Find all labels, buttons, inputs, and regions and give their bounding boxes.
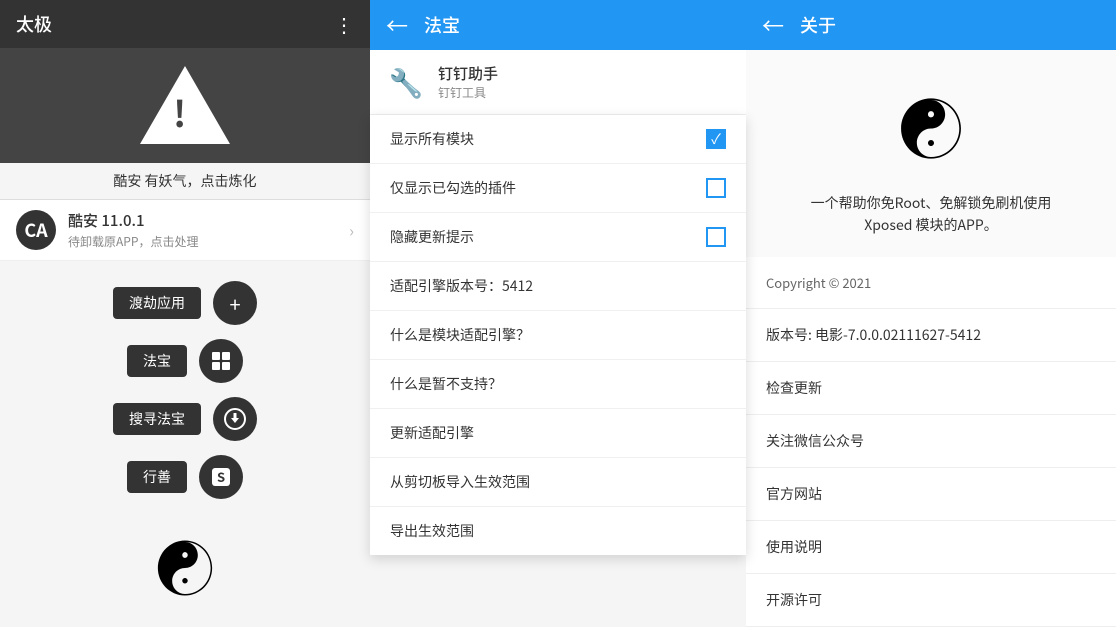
checkbox-hide-updates[interactable]	[706, 227, 726, 247]
add-icon[interactable]: +	[213, 281, 257, 325]
right-title: 关于	[800, 12, 836, 38]
action-row-4: 行善 S	[127, 455, 243, 499]
about-items: Copyright © 2021 版本号: 电影-7.0.0.02111627-…	[746, 257, 1116, 627]
about-description: 一个帮助你免Root、免解锁免刷机使用Xposed 模块的APP。	[746, 192, 1116, 257]
warning-banner	[0, 48, 370, 163]
menu-item-what-adapter[interactable]: 什么是模块适配引擎？	[370, 311, 746, 360]
menu-item-show-all[interactable]: 显示所有模块 ✓	[370, 115, 746, 164]
action-row-2: 法宝	[127, 339, 243, 383]
plugin-name: 钉钉助手	[438, 63, 498, 84]
menu-label-what-adapter: 什么是模块适配引擎？	[390, 325, 530, 345]
checkbox-show-checked[interactable]	[706, 178, 726, 198]
taiji-logo[interactable]: ☯	[156, 523, 214, 607]
manual-item[interactable]: 使用说明	[746, 521, 1116, 574]
app-icon: CA	[16, 210, 56, 250]
menu-item-show-checked[interactable]: 仅显示已勾选的插件	[370, 164, 746, 213]
taiji-about-icon: ☯	[899, 80, 963, 172]
left-panel: 太极 ⋮ 酷安 有妖气，点击炼化 CA 酷安 11.0.1 待卸载原APP，点击…	[0, 0, 370, 627]
right-back-button[interactable]: ←	[762, 9, 784, 41]
plugin-sub: 钉钉工具	[438, 84, 498, 101]
website-item[interactable]: 官方网站	[746, 468, 1116, 521]
open-source-item[interactable]: 开源许可	[746, 574, 1116, 627]
app-info: 酷安 11.0.1 待卸载原APP，点击处理	[68, 210, 349, 250]
menu-label-show-checked: 仅显示已勾选的插件	[390, 178, 516, 198]
search-fabao-button[interactable]: 搜寻法宝	[113, 403, 201, 435]
kindness-button[interactable]: 行善	[127, 461, 187, 493]
action-row-3: 搜寻法宝	[113, 397, 257, 441]
check-update-item[interactable]: 检查更新	[746, 362, 1116, 415]
about-copyright: Copyright © 2021	[746, 257, 1116, 309]
action-row-1: 渡劫应用 +	[113, 281, 257, 325]
grid-icon[interactable]	[199, 339, 243, 383]
menu-label-what-unsupported: 什么是暂不支持？	[390, 374, 502, 394]
middle-header: ← 法宝	[370, 0, 746, 50]
dollar-icon[interactable]: S	[199, 455, 243, 499]
app-name: 酷安 11.0.1	[68, 210, 349, 231]
menu-label-export-scope: 导出生效范围	[390, 521, 474, 541]
left-header: 太极 ⋮	[0, 0, 370, 48]
dropdown-menu: 显示所有模块 ✓ 仅显示已勾选的插件 隐藏更新提示 适配引擎版本号：5412 什…	[370, 115, 746, 555]
svg-text:S: S	[217, 467, 225, 486]
menu-item-adapter-version: 适配引擎版本号：5412	[370, 262, 746, 311]
buttons-area: 渡劫应用 + 法宝 搜寻法宝	[0, 261, 370, 627]
rescue-app-button[interactable]: 渡劫应用	[113, 287, 201, 319]
fabao-button[interactable]: 法宝	[127, 345, 187, 377]
right-header: ← 关于	[746, 0, 1116, 50]
middle-panel: ← 法宝 🔧 钉钉助手 钉钉工具 显示所有模块 ✓ 仅显示已勾选的插件 隐藏更新…	[370, 0, 746, 627]
menu-label-import-clipboard: 从剪切板导入生效范围	[390, 472, 530, 492]
right-panel: ← 关于 ☯ 一个帮助你免Root、免解锁免刷机使用Xposed 模块的APP。…	[746, 0, 1116, 627]
left-title: 太极	[16, 11, 52, 37]
about-version: 版本号: 电影-7.0.0.02111627-5412	[746, 309, 1116, 362]
plugin-info: 🔧 钉钉助手 钉钉工具	[370, 50, 746, 115]
menu-label-update-adapter: 更新适配引擎	[390, 423, 474, 443]
menu-item-export-scope[interactable]: 导出生效范围	[370, 507, 746, 555]
arrow-right-icon: ›	[349, 218, 354, 242]
download-icon[interactable]	[213, 397, 257, 441]
menu-item-hide-updates[interactable]: 隐藏更新提示	[370, 213, 746, 262]
wechat-item[interactable]: 关注微信公众号	[746, 415, 1116, 468]
more-options-icon[interactable]: ⋮	[334, 9, 354, 38]
checkbox-show-all[interactable]: ✓	[706, 129, 726, 149]
menu-label-show-all: 显示所有模块	[390, 129, 474, 149]
about-logo: ☯	[746, 50, 1116, 192]
plugin-icon: 🔧	[386, 62, 426, 102]
warning-text[interactable]: 酷安 有妖气，点击炼化	[0, 163, 370, 200]
warning-triangle-icon	[140, 66, 230, 144]
menu-item-import-clipboard[interactable]: 从剪切板导入生效范围	[370, 458, 746, 507]
menu-label-adapter-version: 适配引擎版本号：5412	[390, 276, 533, 296]
menu-item-what-unsupported[interactable]: 什么是暂不支持？	[370, 360, 746, 409]
plugin-details: 钉钉助手 钉钉工具	[438, 63, 498, 101]
menu-label-hide-updates: 隐藏更新提示	[390, 227, 474, 247]
dropdown-overlay: 显示所有模块 ✓ 仅显示已勾选的插件 隐藏更新提示 适配引擎版本号：5412 什…	[370, 115, 746, 627]
wrench-icon: 🔧	[389, 62, 424, 102]
app-sub: 待卸载原APP，点击处理	[68, 233, 349, 250]
middle-back-button[interactable]: ←	[386, 9, 408, 41]
app-row[interactable]: CA 酷安 11.0.1 待卸载原APP，点击处理 ›	[0, 200, 370, 261]
middle-title: 法宝	[424, 12, 460, 38]
menu-item-update-adapter[interactable]: 更新适配引擎	[370, 409, 746, 458]
